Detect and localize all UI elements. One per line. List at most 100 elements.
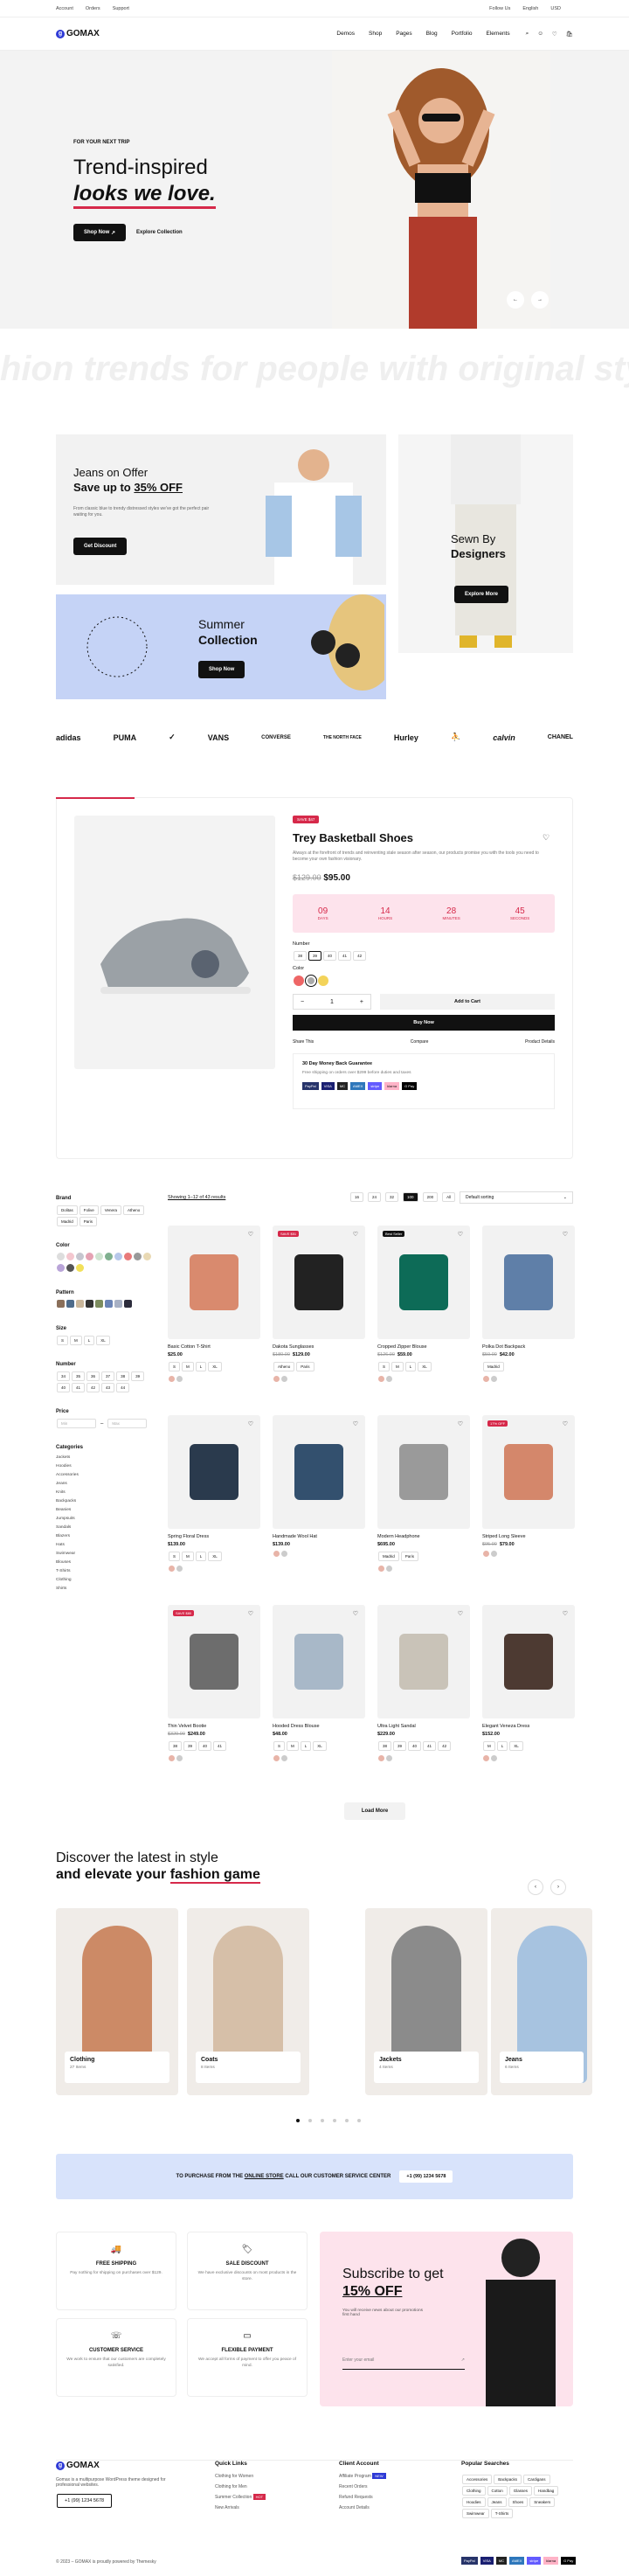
search-icon[interactable]: ⌕ [526,31,529,38]
color-swatch[interactable] [143,1253,151,1260]
pattern-swatch[interactable] [114,1300,122,1308]
follow-link[interactable]: Follow Us [489,6,510,11]
product-image[interactable]: ♡ [168,1415,260,1529]
product-option[interactable]: XL [208,1362,222,1371]
search-tag[interactable]: Clothing [462,2486,486,2496]
phone-button[interactable]: +1 (99) 1234 5678 [399,2170,453,2183]
product-option[interactable]: XL [313,1741,327,1751]
product-card[interactable]: ♡ Polka Dot Backpack $59.00 $42.00 Madrid [482,1226,575,1385]
quantity-stepper[interactable]: −1 + [293,994,371,1010]
summer-shop-button[interactable]: Shop Now [198,661,245,678]
product-option[interactable]: 40 [408,1741,422,1751]
brand-logo[interactable]: PUMA [114,733,137,742]
product-card[interactable]: SAVE $51 ♡ Dakota Sunglasses $180.00 $129.00… [273,1226,365,1385]
product-card[interactable]: ♡ Handmade Wool Hat $139.00 [273,1415,365,1559]
category-card[interactable]: Coats 8 Items [187,1908,309,2095]
brand-logo[interactable]: THE NORTH FACE [323,735,362,740]
color-swatch[interactable] [281,1755,287,1761]
number-filter[interactable]: 40 [57,1383,71,1392]
product-option[interactable]: S [273,1741,286,1751]
product-name[interactable]: Ultra Light Sandal [377,1724,470,1729]
color-swatch[interactable] [66,1264,74,1272]
product-name[interactable]: Basic Cotton T-Shirt [168,1344,260,1350]
product-option[interactable]: S [169,1552,181,1561]
color-swatch[interactable] [281,1551,287,1557]
size-filter[interactable]: L [83,1336,95,1345]
brand-filter[interactable]: Dolitas [57,1205,78,1215]
brand-filter[interactable]: Venera [100,1205,122,1215]
pattern-swatch[interactable] [57,1300,65,1308]
color-swatch[interactable] [176,1566,183,1572]
product-card[interactable]: ♡ Spring Floral Dress $139.00 S M L XL [168,1415,260,1574]
product-option[interactable]: S [169,1362,181,1371]
product-card[interactable]: ♡ Ultra Light Sandal $229.00 38 39 40 41 42 [377,1605,470,1764]
jeans-promo-card[interactable]: Jeans on Offer Save up to 35% OFF From c… [56,434,386,585]
number-filter[interactable]: 35 [72,1371,86,1381]
load-more-button[interactable]: Load More [344,1802,405,1820]
product-name[interactable]: Spring Floral Dress [168,1534,260,1539]
color-swatch[interactable] [86,1253,93,1260]
per-page-option[interactable]: 24 [368,1192,382,1202]
product-option[interactable]: Atheno [273,1362,295,1371]
buy-now-button[interactable]: Buy Now [293,1015,555,1031]
brand-logo[interactable]: adidas [56,733,81,742]
nav-item[interactable]: Pages [396,31,411,37]
category-card[interactable]: Clothing 27 Items [56,1908,178,2095]
number-option[interactable]: 41 [338,951,352,961]
color-swatch[interactable] [281,1376,287,1382]
carousel-dot[interactable] [308,2119,312,2122]
brand-logo[interactable]: ⛹ [451,733,460,742]
category-item[interactable]: Beanies [56,1506,152,1515]
wishlist-icon[interactable]: ♡ [458,1420,463,1427]
category-item[interactable]: Jeans [56,1480,152,1489]
sewn-promo-card[interactable]: Sewn By Designers Explore More [398,434,573,653]
product-image[interactable]: SAVE $51 ♡ [273,1226,365,1339]
product-option[interactable]: 39 [393,1741,407,1751]
color-swatch[interactable] [491,1551,497,1557]
search-tag[interactable]: Hoodies [462,2497,486,2507]
per-page-option[interactable]: 32 [385,1192,399,1202]
product-option[interactable]: Paris [296,1362,314,1371]
category-item[interactable]: T-Shirts [56,1567,152,1576]
product-image[interactable]: SAVE $80 ♡ [168,1605,260,1718]
nav-item[interactable]: Elements [487,31,510,37]
product-option[interactable]: M [182,1552,194,1561]
color-swatch[interactable] [483,1551,489,1557]
product-option[interactable]: 41 [423,1741,437,1751]
per-page-option[interactable]: All [442,1192,456,1202]
logo[interactable]: g GOMAX [56,29,100,38]
product-card[interactable]: 17% OFF ♡ Striped Long Sleeve $95.00 $79.00 [482,1415,575,1559]
wishlist-icon[interactable]: ♡ [353,1420,358,1427]
per-page-option[interactable]: 100 [403,1192,418,1202]
product-name[interactable]: Thin Velvet Bootie [168,1724,260,1729]
product-image[interactable]: 17% OFF ♡ [482,1415,575,1529]
product-option[interactable]: 38 [378,1741,392,1751]
search-tag[interactable]: Accessories [462,2475,493,2484]
number-filter[interactable]: 41 [72,1383,86,1392]
product-card[interactable]: ♡ Basic Cotton T-Shirt $25.00 S M L XL [168,1226,260,1385]
product-option[interactable]: L [404,1362,417,1371]
color-swatch[interactable] [176,1376,183,1382]
wishlist-icon[interactable]: ♡ [248,1420,253,1427]
product-option[interactable]: XL [208,1552,222,1561]
product-card[interactable]: ♡ Hooded Dress Blouse $48.00 S M L XL [273,1605,365,1764]
color-swatch[interactable] [386,1755,392,1761]
sort-select[interactable]: Default sorting ⌄ [460,1191,573,1204]
product-image[interactable]: ♡ [482,1226,575,1339]
product-option[interactable]: M [483,1741,495,1751]
brand-logo[interactable]: Hurley [394,733,418,742]
product-option[interactable]: L [195,1362,207,1371]
search-tag[interactable]: Handbag [534,2486,559,2496]
pattern-swatch[interactable] [124,1300,132,1308]
color-swatch[interactable] [483,1376,489,1382]
product-image[interactable]: ♡ [273,1605,365,1718]
color-swatch[interactable] [378,1755,384,1761]
search-tag[interactable]: Cotton [487,2486,508,2496]
color-swatch[interactable] [169,1755,175,1761]
number-option[interactable]: 38 [294,951,308,961]
color-swatch[interactable] [386,1376,392,1382]
shop-now-button[interactable]: Shop Now ↗ [73,224,127,241]
brand-logo[interactable]: CHANEL [548,734,573,740]
product-option[interactable]: M [391,1362,404,1371]
color-swatch[interactable] [378,1376,384,1382]
